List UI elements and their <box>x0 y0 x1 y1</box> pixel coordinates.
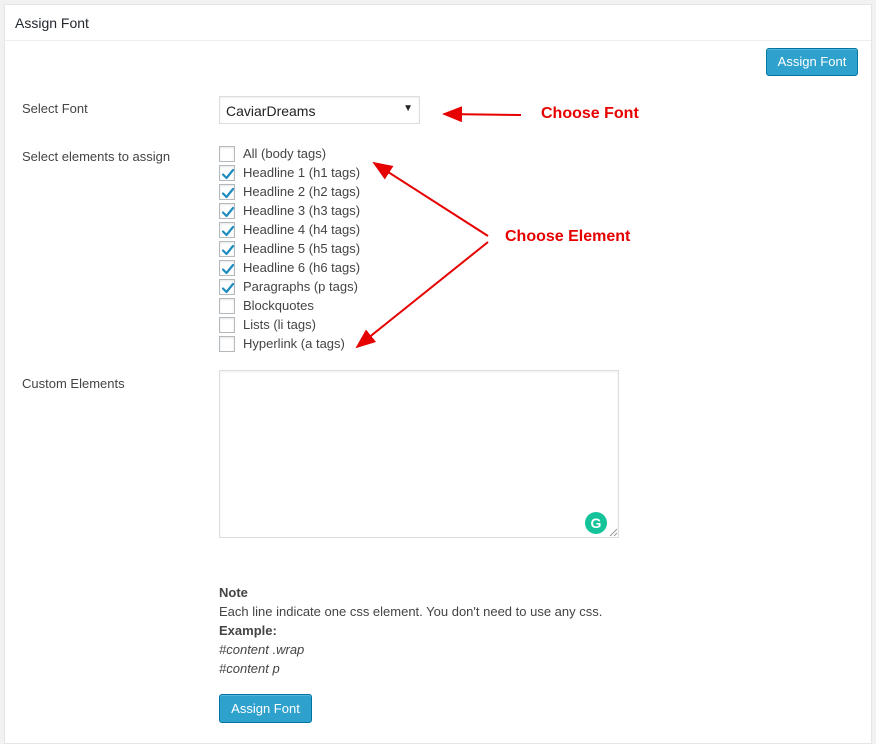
note-text: Each line indicate one css element. You … <box>219 604 603 619</box>
checkbox-a[interactable] <box>219 336 235 352</box>
assign-font-button-top[interactable]: Assign Font <box>766 48 858 76</box>
annotation-choose-element: Choose Element <box>505 228 631 245</box>
chevron-down-icon: ▼ <box>403 103 413 114</box>
checkbox-h5-checked[interactable] <box>219 241 235 257</box>
checkbox-h3-checked[interactable] <box>219 203 235 219</box>
checkbox-blockquote[interactable] <box>219 298 235 314</box>
element-option-label: Lists (li tags) <box>243 317 316 332</box>
element-option-label: Headline 6 (h6 tags) <box>243 260 361 275</box>
element-option-label: All (body tags) <box>243 146 327 161</box>
note-title: Note <box>219 585 248 600</box>
note-example-line: #content .wrap <box>219 642 305 657</box>
element-option-label: Headline 2 (h2 tags) <box>243 184 361 199</box>
checkbox-h4-checked[interactable] <box>219 222 235 238</box>
select-elements-label: Select elements to assign <box>22 149 171 164</box>
element-option-label: Headline 5 (h5 tags) <box>243 241 361 256</box>
font-select[interactable]: CaviarDreams ▼ <box>219 96 420 124</box>
note-example-line: #content p <box>219 661 280 676</box>
assign-font-button-bottom[interactable]: Assign Font <box>219 694 312 723</box>
font-select-value: CaviarDreams <box>226 103 316 119</box>
element-option-label: Paragraphs (p tags) <box>243 279 358 294</box>
note-block: Note Each line indicate one css element.… <box>219 583 602 678</box>
element-option-label: Hyperlink (a tags) <box>243 336 345 351</box>
checkbox-li[interactable] <box>219 317 235 333</box>
note-example-label: Example: <box>219 623 277 638</box>
grammarly-icon[interactable]: G <box>585 512 607 534</box>
panel-header: Assign Font <box>5 5 871 41</box>
element-option-label: Headline 3 (h3 tags) <box>243 203 361 218</box>
checkbox-h6-checked[interactable] <box>219 260 235 276</box>
element-option-label: Headline 1 (h1 tags) <box>243 165 361 180</box>
custom-elements-textarea[interactable] <box>219 370 619 538</box>
checkbox-all[interactable] <box>219 146 235 162</box>
checkbox-h1-checked[interactable] <box>219 165 235 181</box>
custom-elements-label: Custom Elements <box>22 376 125 391</box>
panel-title: Assign Font <box>15 15 89 31</box>
annotation-choose-font: Choose Font <box>541 105 639 122</box>
element-option-label: Headline 4 (h4 tags) <box>243 222 361 237</box>
checkbox-h2-checked[interactable] <box>219 184 235 200</box>
resize-handle-icon[interactable] <box>609 528 618 537</box>
checkbox-p-checked[interactable] <box>219 279 235 295</box>
element-option-label: Blockquotes <box>243 298 314 313</box>
select-font-label: Select Font <box>22 101 88 116</box>
